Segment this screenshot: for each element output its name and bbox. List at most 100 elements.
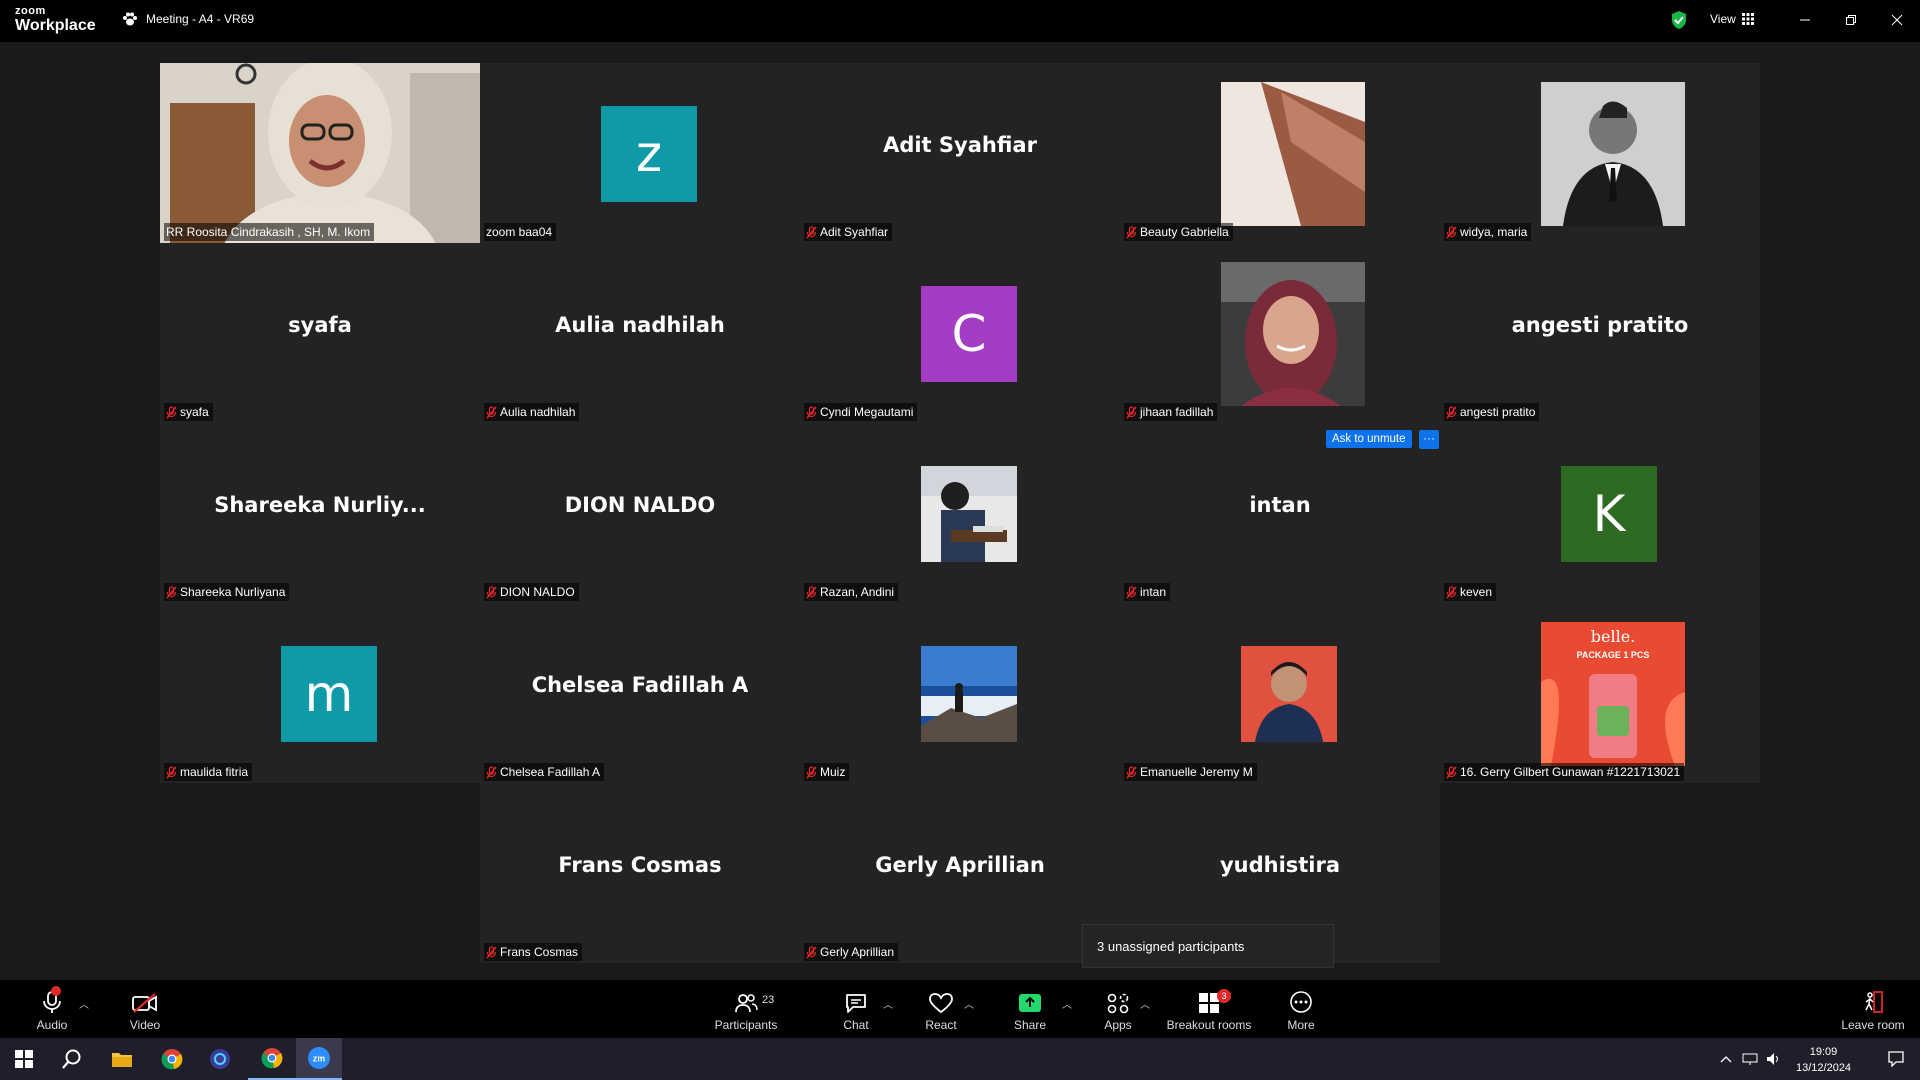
search-icon[interactable]	[48, 1038, 96, 1080]
participant-name: 16. Gerry Gilbert Gunawan #1221713021	[1460, 765, 1681, 779]
maximize-icon[interactable]	[1836, 8, 1866, 32]
participant-tile[interactable]: angesti pratito angesti pratito	[1440, 243, 1760, 423]
breakout-rooms-button[interactable]: Breakout rooms	[1164, 980, 1254, 1038]
participant-name-label: Chelsea Fadillah A	[484, 763, 605, 781]
apps-button[interactable]: Apps	[1100, 980, 1136, 1038]
chrome-icon[interactable]	[148, 1038, 196, 1080]
participant-name: Emanuelle Jeremy M	[1140, 765, 1253, 779]
react-options-caret[interactable]: ︿	[964, 996, 974, 1011]
taskbar-time: 19:09	[1809, 1046, 1838, 1058]
chat-label: Chat	[843, 1018, 869, 1032]
participant-tile[interactable]: RR Roosita Cindrakasih , SH, M. Ikom	[160, 63, 480, 243]
muted-mic-icon	[806, 945, 817, 958]
file-explorer-icon[interactable]	[98, 1038, 146, 1080]
network-icon[interactable]	[1738, 1038, 1762, 1080]
react-button[interactable]: React	[920, 980, 962, 1038]
participant-tile[interactable]: Beauty Gabriella	[1120, 63, 1440, 243]
minimize-icon[interactable]	[1790, 8, 1820, 32]
participant-name-label: maulida fitria	[164, 763, 253, 781]
participant-display-name: Gerly Aprillian	[875, 853, 1045, 877]
windows-start-icon[interactable]	[0, 1038, 48, 1080]
tile-more-options-button[interactable]: ···	[1419, 430, 1439, 449]
participant-tile[interactable]: Aulia nadhilah Aulia nadhilah	[480, 243, 800, 423]
participant-tile[interactable]: Razan, Andini	[800, 423, 1120, 603]
participant-name: Muiz	[820, 765, 846, 779]
shield-check-icon[interactable]	[1670, 10, 1688, 35]
participant-tile[interactable]: Adit Syahfiar Adit Syahfiar	[800, 63, 1120, 243]
participant-tile[interactable]: Gerly Aprillian Gerly Aprillian	[800, 783, 1120, 963]
apps-options-caret[interactable]: ︿	[1140, 996, 1150, 1011]
participant-tile[interactable]: Shareeka Nurliy... Shareeka Nurliyana	[160, 423, 480, 603]
participant-tile[interactable]: Frans Cosmas Frans Cosmas	[480, 783, 800, 963]
participant-photo	[1221, 262, 1365, 406]
muted-mic-icon	[806, 225, 817, 238]
more-icon	[1290, 991, 1312, 1013]
participant-display-name: intan	[1249, 493, 1311, 517]
more-button[interactable]: More	[1282, 980, 1320, 1038]
participant-name: RR Roosita Cindrakasih , SH, M. Ikom	[166, 225, 371, 239]
participant-name-label: angesti pratito	[1444, 403, 1540, 421]
show-hidden-icons-chevron-icon[interactable]	[1714, 1038, 1738, 1080]
share-button[interactable]: Share	[1010, 980, 1050, 1038]
taskbar-clock[interactable]: 19:09 13/12/2024	[1796, 1044, 1851, 1076]
participant-tile[interactable]: syafa syafa	[160, 243, 480, 423]
participant-tile[interactable]: Chelsea Fadillah A Chelsea Fadillah A	[480, 603, 800, 783]
muted-mic-icon	[1446, 765, 1457, 778]
participant-display-name: yudhistira	[1219, 853, 1341, 877]
participant-name-label: Muiz	[804, 763, 850, 781]
muted-mic-icon	[166, 405, 177, 418]
participant-name-label: Razan, Andini	[804, 583, 899, 601]
participant-tile[interactable]: Emanuelle Jeremy M	[1120, 603, 1440, 783]
muted-mic-icon	[806, 585, 817, 598]
participant-name-label: Aulia nadhilah	[484, 403, 580, 421]
participant-tile[interactable]: z zoom baa04	[480, 63, 800, 243]
share-options-caret[interactable]: ︿	[1062, 996, 1072, 1011]
participant-name: syafa	[180, 405, 209, 419]
ask-to-unmute-button[interactable]: Ask to unmute	[1326, 430, 1412, 448]
muted-mic-icon	[1126, 765, 1137, 778]
audio-options-caret[interactable]: ︿	[79, 996, 89, 1011]
participants-label: Participants	[714, 1018, 778, 1032]
logo-top-text: zoom	[15, 5, 46, 17]
leave-room-label: Leave room	[1841, 1018, 1905, 1032]
close-icon[interactable]	[1882, 8, 1912, 32]
participant-tile[interactable]: DION NALDO DION NALDO	[480, 423, 800, 603]
volume-icon[interactable]	[1762, 1038, 1786, 1080]
participant-name-label: keven	[1444, 583, 1497, 601]
participant-tile[interactable]: intan intan	[1120, 423, 1440, 603]
participants-button[interactable]: Participants	[710, 980, 782, 1038]
participant-tile[interactable]: Kkeven	[1440, 423, 1760, 603]
muted-mic-icon	[166, 585, 177, 598]
chat-button[interactable]: Chat	[836, 980, 876, 1038]
leave-room-button[interactable]: Leave room	[1836, 980, 1910, 1038]
participant-avatar: K	[1561, 466, 1657, 562]
participant-name-label: intan	[1124, 583, 1171, 601]
participant-name-label: widya, maria	[1444, 223, 1532, 241]
participant-tile[interactable]: m maulida fitria	[160, 603, 480, 783]
browser-icon[interactable]	[196, 1038, 244, 1080]
zoom-taskbar-icon[interactable]: zm	[296, 1038, 342, 1080]
participant-tile[interactable]: widya, maria	[1440, 63, 1760, 243]
participant-display-name: angesti pratito	[1511, 313, 1689, 337]
more-label: More	[1287, 1018, 1315, 1032]
participant-name-label: 16. Gerry Gilbert Gunawan #1221713021	[1444, 763, 1685, 781]
logo-bottom-text: Workplace	[15, 17, 96, 34]
video-button[interactable]: Video	[122, 980, 168, 1038]
muted-mic-icon	[486, 405, 497, 418]
participant-tile[interactable]: belle. PACKAGE 1 PCS 16. Gerry Gilbert Gun…	[1440, 603, 1760, 783]
view-button[interactable]: View	[1710, 12, 1754, 26]
chat-options-caret[interactable]: ︿	[883, 996, 893, 1011]
participant-tile[interactable]: Muiz	[800, 603, 1120, 783]
notifications-icon[interactable]	[1872, 1038, 1920, 1080]
meeting-info[interactable]: Meeting - A4 - VR69	[122, 12, 254, 26]
photo-text: belle.	[1591, 627, 1636, 646]
participant-name-label: Beauty Gabriella	[1124, 223, 1233, 241]
participant-name: widya, maria	[1460, 225, 1528, 239]
chrome-active-icon[interactable]	[248, 1038, 296, 1080]
participant-tile[interactable]: C Cyndi Megautami	[800, 243, 1120, 423]
unassigned-participants-tooltip[interactable]: 3 unassigned participants	[1082, 924, 1334, 968]
participant-tile[interactable]: jihaan fadillah	[1120, 243, 1440, 423]
participant-name: zoom baa04	[486, 225, 553, 239]
muted-mic-icon	[486, 945, 497, 958]
participant-name: Razan, Andini	[820, 585, 895, 599]
